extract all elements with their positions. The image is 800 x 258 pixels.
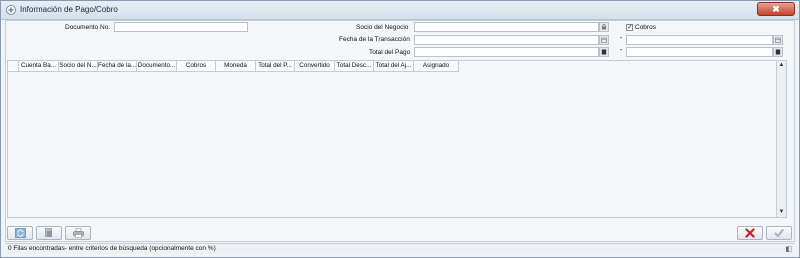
payment-info-window: Información de Pago/Cobro ✖ Documento No…: [0, 0, 800, 258]
cobros-label: Cobros: [635, 24, 656, 31]
column-header-select[interactable]: [8, 61, 19, 72]
calendar-icon: [775, 37, 781, 43]
business-partner-lookup-button[interactable]: [599, 22, 609, 32]
window-title: Información de Pago/Cobro: [20, 5, 118, 14]
document-number-field[interactable]: [114, 22, 248, 32]
date-to-field[interactable]: [626, 35, 773, 45]
status-message: 0 Filas encontradas- entre criterios de …: [8, 245, 216, 252]
amount-from-calculator-button[interactable]: [599, 47, 609, 57]
ok-icon: [774, 229, 784, 237]
close-icon: ✖: [772, 3, 780, 14]
date-range-separator: -: [620, 35, 623, 42]
calculator-icon: [775, 49, 781, 55]
scroll-down-icon[interactable]: ▼: [778, 209, 785, 216]
business-partner-field[interactable]: [414, 22, 599, 32]
column-header-currency[interactable]: Moneda: [216, 61, 256, 72]
print-icon: [72, 228, 84, 238]
cancel-icon: [745, 228, 755, 238]
zoom-icon: [45, 228, 52, 237]
app-icon: [6, 5, 16, 15]
column-header-total-payment[interactable]: Total del P...: [256, 61, 295, 72]
amount-from-field[interactable]: [414, 47, 599, 57]
lock-icon: [602, 24, 606, 30]
title-bar[interactable]: Información de Pago/Cobro ✖: [1, 1, 799, 20]
transaction-date-label: Fecha de la Transacción: [339, 36, 410, 43]
column-header-business-partner[interactable]: Socio del N...: [59, 61, 98, 72]
date-to-picker-button[interactable]: [773, 35, 783, 45]
results-table[interactable]: Cuenta Ba... Socio del N... Fecha de la.…: [7, 60, 787, 218]
window-close-button[interactable]: ✖: [757, 2, 795, 16]
column-header-total-adjustment[interactable]: Total del Aj...: [374, 61, 414, 72]
print-button[interactable]: [65, 226, 91, 240]
total-payment-label: Total del Pago: [369, 49, 411, 56]
business-partner-label: Socio del Negocio: [356, 24, 409, 31]
column-header-transaction-date[interactable]: Fecha de la...: [98, 61, 137, 72]
cobros-checkbox[interactable]: ✓: [626, 24, 633, 31]
ok-button[interactable]: [766, 226, 792, 240]
refresh-icon: [14, 228, 26, 238]
column-header-allocated[interactable]: Asignado: [414, 61, 459, 72]
vertical-scrollbar[interactable]: ▲ ▼: [776, 61, 786, 217]
column-header-cobros[interactable]: Cobros: [177, 61, 216, 72]
column-header-document[interactable]: Documento...: [137, 61, 177, 72]
column-header-bank-account[interactable]: Cuenta Ba...: [19, 61, 59, 72]
document-number-label: Documento No.: [65, 24, 111, 31]
zoom-button[interactable]: [36, 226, 62, 240]
column-header-converted[interactable]: Convertido: [295, 61, 335, 72]
status-bar: 0 Filas encontradas- entre criterios de …: [5, 243, 795, 254]
calculator-icon: [601, 49, 607, 55]
amount-to-calculator-button[interactable]: [773, 47, 783, 57]
column-header-total-discount[interactable]: Total Desc...: [335, 61, 374, 72]
cancel-button[interactable]: [737, 226, 763, 240]
date-from-picker-button[interactable]: [599, 35, 609, 45]
refresh-button[interactable]: [7, 226, 33, 240]
status-grip-icon[interactable]: ◧: [785, 245, 792, 253]
amount-to-field[interactable]: [626, 47, 773, 57]
amount-range-separator: -: [620, 47, 623, 54]
scroll-up-icon[interactable]: ▲: [778, 62, 785, 69]
date-from-field[interactable]: [414, 35, 599, 45]
calendar-icon: [601, 37, 607, 43]
